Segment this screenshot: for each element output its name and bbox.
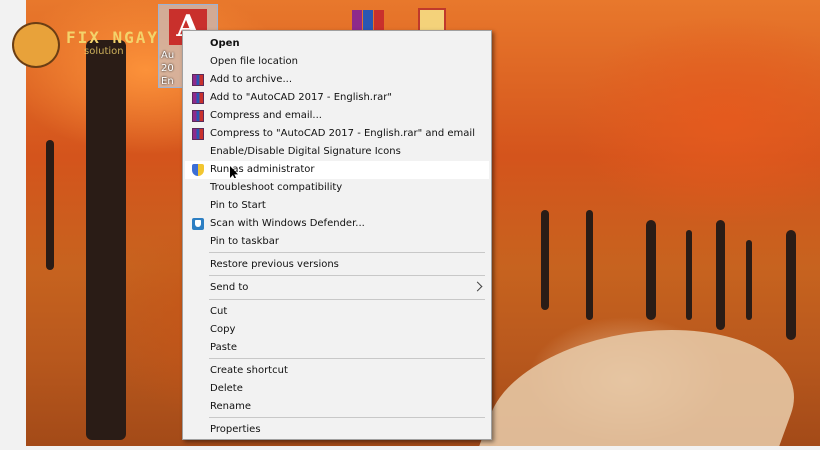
menu-item-label: Open [210, 38, 240, 49]
menu-separator [209, 275, 485, 276]
menu-item-rename[interactable]: Rename [185, 398, 489, 416]
menu-item-send-to[interactable]: Send to [185, 279, 489, 297]
menu-item-label: Copy [210, 324, 236, 335]
watermark-logo: FIX NGAY solution [12, 20, 172, 68]
menu-item-label: Pin to Start [210, 200, 266, 211]
menu-item-label: Cut [210, 306, 228, 317]
menu-separator [209, 299, 485, 300]
winrar-icon [192, 74, 204, 86]
menu-item-label: Scan with Windows Defender... [210, 218, 365, 229]
menu-item-label: Add to archive... [210, 74, 292, 85]
menu-separator [209, 358, 485, 359]
menu-item-label: Pin to taskbar [210, 236, 279, 247]
menu-item-label: Properties [210, 424, 261, 435]
menu-item-label: Open file location [210, 56, 298, 67]
bottom-edge [0, 446, 820, 450]
menu-item-cut[interactable]: Cut [185, 303, 489, 321]
menu-item-troubleshoot-compatibility[interactable]: Troubleshoot compatibility [185, 179, 489, 197]
menu-item-label: Send to [210, 282, 249, 293]
menu-item-compress-to-rar-and-email[interactable]: Compress to "AutoCAD 2017 - English.rar"… [185, 125, 489, 143]
menu-item-label: Delete [210, 383, 243, 394]
winrar-icon [192, 128, 204, 140]
menu-item-scan-with-defender[interactable]: Scan with Windows Defender... [185, 215, 489, 233]
menu-item-label: Enable/Disable Digital Signature Icons [210, 146, 401, 157]
watermark-subtitle: solution [84, 46, 124, 57]
winrar-icon [192, 92, 204, 104]
menu-item-label: Compress and email... [210, 110, 322, 121]
menu-item-properties[interactable]: Properties [185, 421, 489, 439]
menu-item-add-to-archive[interactable]: Add to archive... [185, 71, 489, 89]
menu-item-open-file-location[interactable]: Open file location [185, 53, 489, 71]
menu-item-label: Rename [210, 401, 252, 412]
winrar-icon [192, 110, 204, 122]
menu-item-label: Troubleshoot compatibility [210, 182, 343, 193]
menu-separator [209, 252, 485, 253]
menu-separator [209, 417, 485, 418]
menu-item-paste[interactable]: Paste [185, 339, 489, 357]
mascot-icon [12, 22, 60, 68]
menu-item-copy[interactable]: Copy [185, 321, 489, 339]
menu-item-label: Create shortcut [210, 365, 288, 376]
menu-item-restore-previous-versions[interactable]: Restore previous versions [185, 256, 489, 274]
menu-item-add-to-rar[interactable]: Add to "AutoCAD 2017 - English.rar" [185, 89, 489, 107]
uac-shield-icon [192, 164, 204, 176]
menu-item-pin-to-start[interactable]: Pin to Start [185, 197, 489, 215]
menu-item-open[interactable]: Open [185, 35, 489, 53]
menu-item-delete[interactable]: Delete [185, 380, 489, 398]
menu-item-label: Compress to "AutoCAD 2017 - English.rar"… [210, 128, 475, 139]
menu-item-digital-signature-icons[interactable]: Enable/Disable Digital Signature Icons [185, 143, 489, 161]
menu-item-label: Restore previous versions [210, 259, 339, 270]
chevron-right-icon [472, 281, 483, 292]
menu-item-label: Paste [210, 342, 237, 353]
context-menu: Open Open file location Add to archive..… [182, 30, 492, 440]
menu-item-label: Add to "AutoCAD 2017 - English.rar" [210, 92, 392, 103]
menu-item-label: Run as administrator [210, 164, 315, 175]
menu-item-create-shortcut[interactable]: Create shortcut [185, 362, 489, 380]
left-edge [0, 0, 26, 450]
menu-item-compress-and-email[interactable]: Compress and email... [185, 107, 489, 125]
watermark-title: FIX NGAY [66, 28, 160, 47]
windows-defender-icon [192, 218, 204, 230]
menu-item-pin-to-taskbar[interactable]: Pin to taskbar [185, 233, 489, 251]
